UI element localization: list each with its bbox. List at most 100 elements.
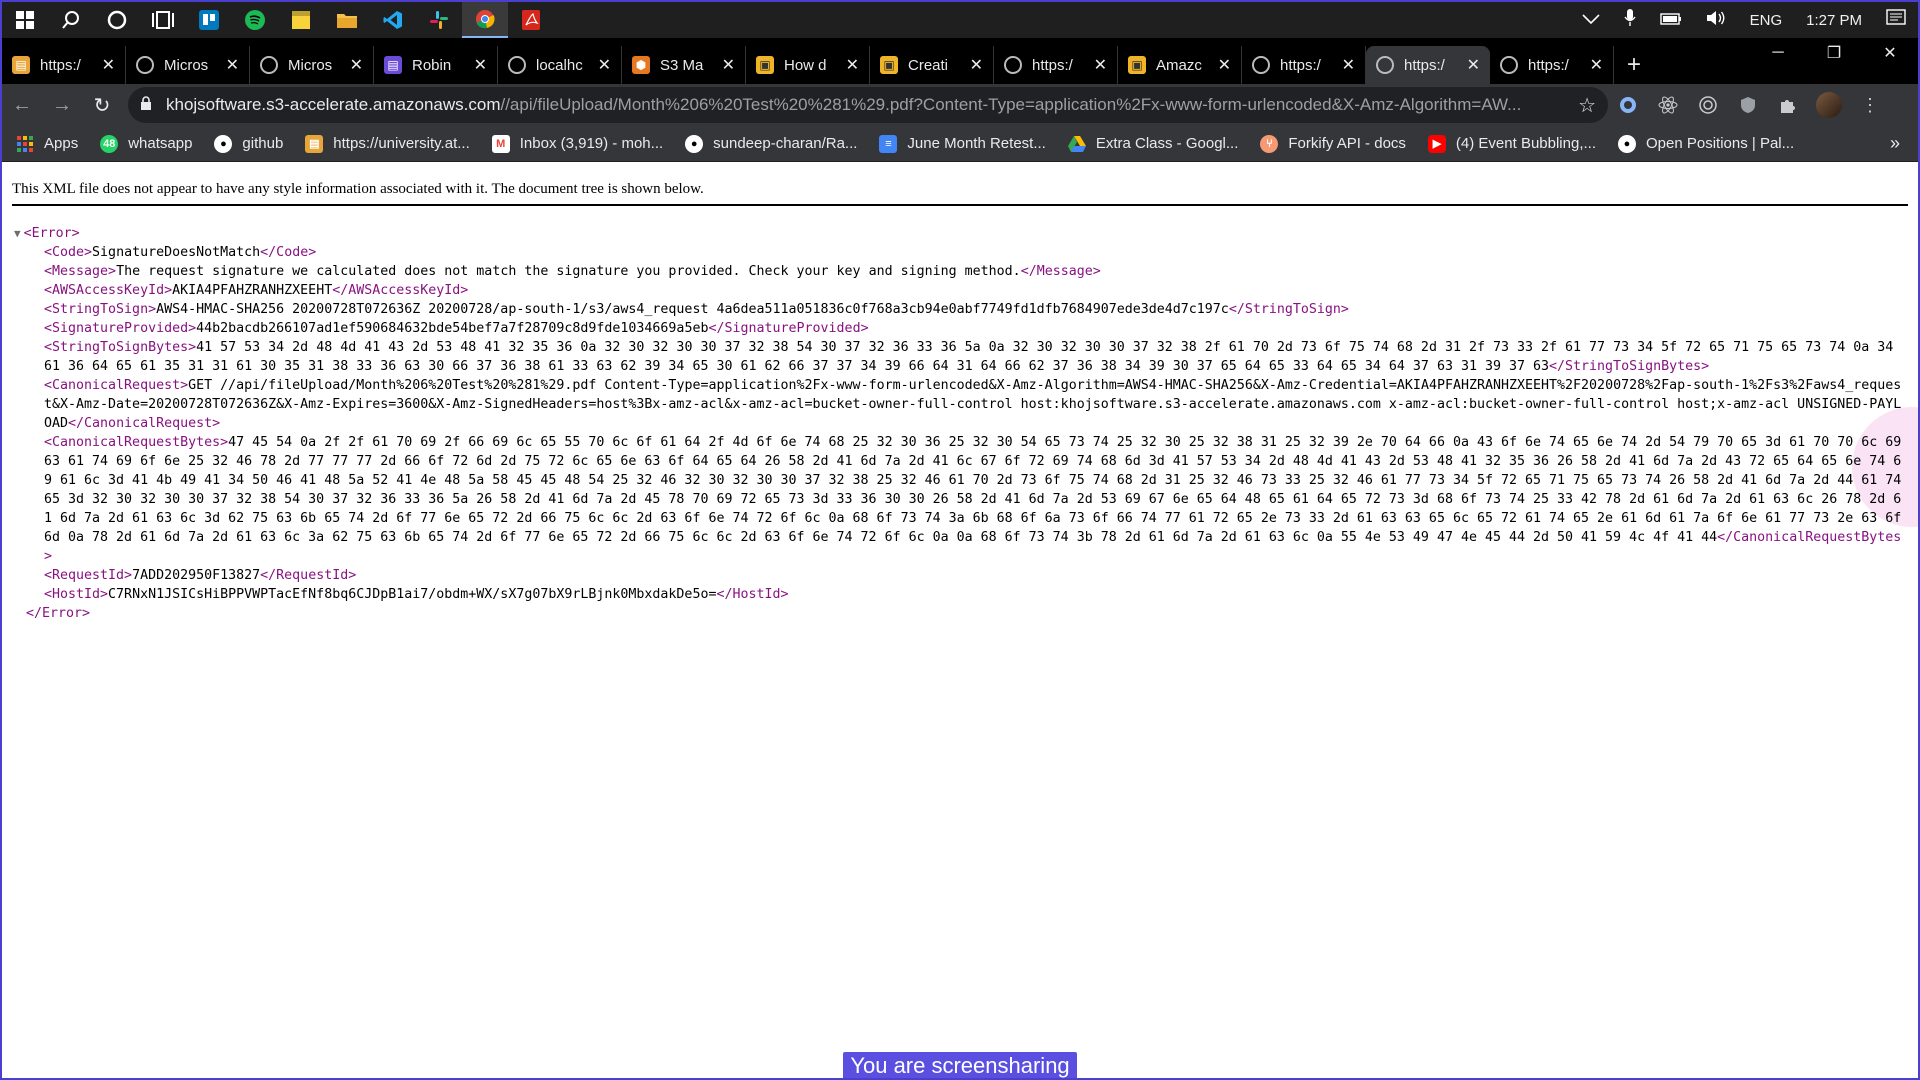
browser-tab[interactable]: ▤ Robin ✕ bbox=[374, 46, 498, 84]
bookmark-star-icon[interactable]: ☆ bbox=[1566, 93, 1596, 118]
collapse-triangle-icon[interactable]: ▼ bbox=[14, 227, 21, 240]
restore-icon[interactable]: ❐ bbox=[1806, 38, 1862, 68]
box-icon: ▣ bbox=[1128, 56, 1146, 74]
xml-value: 44b2bacdb266107ad1ef590684632bde54bef7a7… bbox=[196, 321, 709, 336]
new-tab-button[interactable]: + bbox=[1614, 46, 1654, 84]
minimize-icon[interactable]: ─ bbox=[1750, 38, 1806, 68]
xml-element: <CanonicalRequest>GET //api/fileUpload/M… bbox=[14, 376, 1908, 433]
xml-close-tag: </StringToSign> bbox=[1228, 302, 1349, 317]
globe-icon bbox=[260, 56, 278, 74]
browser-tab[interactable]: Micros ✕ bbox=[250, 46, 374, 84]
window-controls: ─ ❐ ✕ bbox=[1750, 38, 1918, 84]
extension-icon[interactable] bbox=[1608, 87, 1648, 123]
xml-tree: ▼ <Error> <Code>SignatureDoesNotMatch</Co… bbox=[14, 224, 1908, 623]
close-icon[interactable]: ✕ bbox=[102, 55, 115, 75]
address-bar[interactable]: khojsoftware.s3-accelerate.amazonaws.com… bbox=[128, 87, 1608, 123]
close-icon[interactable]: ✕ bbox=[1094, 55, 1107, 75]
react-devtools-icon[interactable] bbox=[1648, 87, 1688, 123]
profile-avatar[interactable] bbox=[1816, 92, 1842, 118]
xml-root-open[interactable]: ▼ <Error> bbox=[14, 224, 1908, 243]
battery-icon[interactable] bbox=[1648, 12, 1694, 29]
shield-icon[interactable] bbox=[1728, 87, 1768, 123]
browser-tab[interactable]: ▣ Amazc ✕ bbox=[1118, 46, 1242, 84]
close-icon[interactable]: ✕ bbox=[722, 55, 735, 75]
close-window-icon[interactable]: ✕ bbox=[1862, 38, 1918, 68]
google-docs-icon: ≡ bbox=[879, 134, 898, 153]
browser-tab[interactable]: https:/✕ bbox=[1490, 46, 1614, 84]
bookmark-item[interactable]: ● Open Positions | Pal... bbox=[1618, 134, 1794, 153]
bookmark-item[interactable]: 48 whatsapp bbox=[100, 134, 192, 153]
xml-element: <AWSAccessKeyId>AKIA4PFAHZRANHZXEEHT</AW… bbox=[14, 281, 1908, 300]
bookmark-item[interactable]: ▶ (4) Event Bubbling,... bbox=[1427, 134, 1596, 153]
browser-tab-active[interactable]: https:/✕ bbox=[1366, 46, 1490, 84]
volume-icon[interactable] bbox=[1694, 10, 1738, 30]
bookmark-item[interactable]: ⑂ Forkify API - docs bbox=[1260, 134, 1406, 153]
browser-tab[interactable]: Micros ✕ bbox=[126, 46, 250, 84]
sticky-notes-icon[interactable] bbox=[278, 2, 324, 38]
more-menu-icon[interactable]: ⋮ bbox=[1850, 87, 1890, 123]
bookmark-item[interactable]: M Inbox (3,919) - moh... bbox=[491, 134, 663, 153]
close-icon[interactable]: ✕ bbox=[350, 55, 363, 75]
google-drive-icon bbox=[1067, 135, 1086, 153]
close-icon[interactable]: ✕ bbox=[1342, 55, 1355, 75]
xml-value: AWS4-HMAC-SHA256 20200728T072636Z 202007… bbox=[156, 302, 1229, 317]
xml-open-tag: <RequestId> bbox=[44, 568, 133, 583]
bookmark-item[interactable]: ≡ June Month Retest... bbox=[879, 134, 1046, 153]
acrobat-icon[interactable] bbox=[508, 2, 554, 38]
back-button[interactable]: ← bbox=[2, 87, 42, 123]
bookmark-item[interactable]: Extra Class - Googl... bbox=[1067, 135, 1238, 153]
trello-icon[interactable] bbox=[186, 2, 232, 38]
bookmark-item[interactable]: ● github bbox=[214, 134, 283, 153]
browser-tab[interactable]: https:/✕ bbox=[994, 46, 1118, 84]
xml-value: GET //api/fileUpload/Month%206%20Test%20… bbox=[44, 378, 1902, 431]
xml-open-tag: <Code> bbox=[44, 245, 93, 260]
cortana-icon[interactable] bbox=[94, 2, 140, 38]
close-icon[interactable]: ✕ bbox=[226, 55, 239, 75]
close-icon[interactable]: ✕ bbox=[1467, 55, 1480, 75]
clock[interactable]: 1:27 PM bbox=[1794, 12, 1874, 29]
lock-icon[interactable] bbox=[140, 96, 152, 114]
youtube-icon: ▶ bbox=[1427, 134, 1446, 153]
xml-close-tag: </Code> bbox=[260, 245, 317, 260]
windows-icon[interactable] bbox=[2, 2, 48, 38]
chevron-up-icon[interactable] bbox=[1570, 12, 1612, 29]
close-icon[interactable]: ✕ bbox=[970, 55, 983, 75]
close-icon[interactable]: ✕ bbox=[474, 55, 487, 75]
reload-button[interactable]: ↻ bbox=[82, 87, 122, 123]
browser-tab[interactable]: ⬢ S3 Ma ✕ bbox=[622, 46, 746, 84]
xml-value: 7ADD202950F13827 bbox=[132, 568, 261, 583]
gmail-icon: M bbox=[491, 134, 510, 153]
bookmark-item[interactable]: ● sundeep-charan/Ra... bbox=[685, 134, 857, 153]
page-content: This XML file does not appear to have an… bbox=[2, 162, 1918, 1078]
browser-tab[interactable]: https:/✕ bbox=[1242, 46, 1366, 84]
forward-button[interactable]: → bbox=[42, 87, 82, 123]
file-explorer-icon[interactable] bbox=[324, 2, 370, 38]
close-icon[interactable]: ✕ bbox=[598, 55, 611, 75]
browser-tab[interactable]: localhc ✕ bbox=[498, 46, 622, 84]
xml-element: <Message>The request signature we calcul… bbox=[14, 262, 1908, 281]
microphone-icon[interactable] bbox=[1612, 9, 1648, 31]
spotify-icon[interactable] bbox=[232, 2, 278, 38]
browser-tab[interactable]: ▣ Creati ✕ bbox=[870, 46, 994, 84]
browser-tab[interactable]: ▣ How d ✕ bbox=[746, 46, 870, 84]
globe-icon bbox=[1004, 56, 1022, 74]
search-icon[interactable] bbox=[48, 2, 94, 38]
target-extension-icon[interactable] bbox=[1688, 87, 1728, 123]
chrome-icon[interactable] bbox=[462, 2, 508, 38]
system-tray: ENG 1:27 PM bbox=[1570, 2, 1918, 38]
bookmark-item[interactable]: ▤ https://university.at... bbox=[305, 134, 470, 153]
vscode-icon[interactable] bbox=[370, 2, 416, 38]
divider bbox=[12, 204, 1908, 206]
browser-tab[interactable]: ▤ https:/✕ bbox=[2, 46, 126, 84]
xml-value: The request signature we calculated does… bbox=[116, 264, 1021, 279]
notifications-icon[interactable] bbox=[1874, 9, 1918, 31]
close-icon[interactable]: ✕ bbox=[1590, 55, 1603, 75]
slack-icon[interactable] bbox=[416, 2, 462, 38]
more-bookmarks-icon[interactable]: » bbox=[1890, 133, 1900, 154]
close-icon[interactable]: ✕ bbox=[846, 55, 859, 75]
close-icon[interactable]: ✕ bbox=[1218, 55, 1231, 75]
puzzle-extensions-icon[interactable] bbox=[1768, 87, 1808, 123]
bookmark-item[interactable]: Apps bbox=[16, 135, 78, 153]
language-indicator[interactable]: ENG bbox=[1738, 12, 1795, 29]
task-view-icon[interactable] bbox=[140, 2, 186, 38]
